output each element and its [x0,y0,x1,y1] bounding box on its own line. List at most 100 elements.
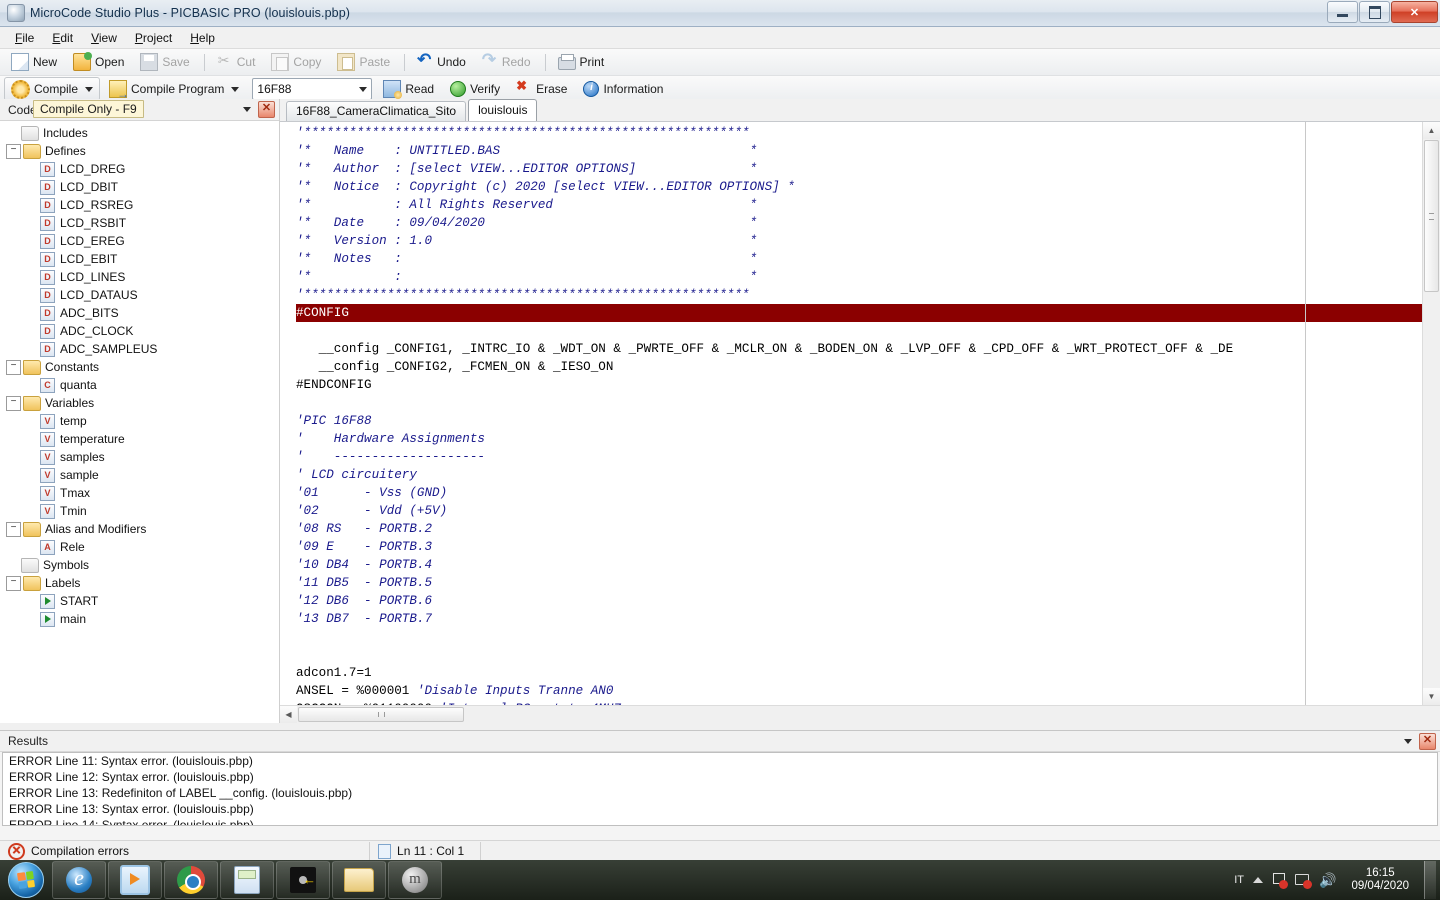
vertical-scroll-thumb[interactable] [1424,140,1439,292]
show-desktop-button[interactable] [1424,861,1436,899]
tree-item-variables[interactable]: −Variables [0,394,279,412]
tree-item-lcd-ebit[interactable]: DLCD_EBIT [0,250,279,268]
taskbar-programmer[interactable]: ← [276,861,330,899]
tree-item-labels[interactable]: −Labels [0,574,279,592]
language-indicator[interactable]: IT [1234,874,1244,886]
taskbar-microcode-studio[interactable]: m [388,861,442,899]
volume-icon[interactable]: 🔊 [1319,872,1336,889]
menu-help[interactable]: Help [181,29,224,47]
tree-item-includes[interactable]: Includes [0,124,279,142]
results-list[interactable]: ERROR Line 11: Syntax error. (louislouis… [2,752,1438,826]
results-menu-caret-icon[interactable] [1404,739,1412,744]
explorer-close-icon[interactable]: ✕ [258,101,275,118]
code-area[interactable]: '***************************************… [280,122,1422,705]
save-button[interactable]: Save [133,50,196,74]
tree-collapse-toggle[interactable]: − [6,144,21,159]
network-icon[interactable] [1295,873,1310,887]
clock[interactable]: 16:15 09/04/2020 [1345,867,1415,893]
tree-item-start[interactable]: START [0,592,279,610]
minimize-button[interactable] [1327,1,1358,23]
taskbar-media-player[interactable] [108,861,162,899]
tree-collapse-toggle[interactable]: − [6,522,21,537]
editor-vertical-scrollbar[interactable]: ▲ ▼ [1422,122,1440,705]
tree-item-main[interactable]: main [0,610,279,628]
code-explorer-tree[interactable]: Includes−DefinesDLCD_DREGDLCD_DBITDLCD_R… [0,121,279,723]
taskbar-internet-explorer[interactable] [52,861,106,899]
tree-item-sample[interactable]: Vsample [0,466,279,484]
tree-item-lcd-dreg[interactable]: DLCD_DREG [0,160,279,178]
source-code[interactable]: '***************************************… [280,122,1422,705]
tree-item-samples[interactable]: Vsamples [0,448,279,466]
verify-button-label: Verify [470,82,500,96]
close-button[interactable]: ✕ [1391,1,1438,23]
redo-button[interactable]: Redo [475,50,538,74]
compile-button[interactable]: Compile [4,77,100,101]
start-button[interactable] [2,862,50,898]
variable-badge-icon: V [40,432,55,447]
tree-item-lcd-rsbit[interactable]: DLCD_RSBIT [0,214,279,232]
tree-item-tmax[interactable]: VTmax [0,484,279,502]
horizontal-scroll-thumb[interactable] [298,707,464,722]
tree-item-rele[interactable]: ARele [0,538,279,556]
result-row-0[interactable]: ERROR Line 11: Syntax error. (louislouis… [3,753,1437,769]
tree-item-tmin[interactable]: VTmin [0,502,279,520]
menu-view[interactable]: View [82,29,126,47]
tree-collapse-toggle[interactable]: − [6,360,21,375]
tree-item-temp[interactable]: Vtemp [0,412,279,430]
menu-file[interactable]: File [6,29,43,47]
tree-item-adc-sampleus[interactable]: DADC_SAMPLEUS [0,340,279,358]
tree-item-temperature[interactable]: Vtemperature [0,430,279,448]
tree-collapse-toggle[interactable]: − [6,396,21,411]
paste-button[interactable]: Paste [330,50,397,74]
tree-item-adc-clock[interactable]: DADC_CLOCK [0,322,279,340]
tree-item-lcd-dbit[interactable]: DLCD_DBIT [0,178,279,196]
open-button[interactable]: Open [66,50,131,74]
new-button[interactable]: New [4,50,64,74]
tree-item-constants[interactable]: −Constants [0,358,279,376]
scroll-left-arrow-icon[interactable]: ◀ [280,706,297,723]
read-button[interactable]: Read [376,77,441,101]
tree-item-lcd-ereg[interactable]: DLCD_EREG [0,232,279,250]
scroll-down-arrow-icon[interactable]: ▼ [1423,688,1440,705]
tree-item-alias-and-modifiers[interactable]: −Alias and Modifiers [0,520,279,538]
tree-item-quanta[interactable]: Cquanta [0,376,279,394]
tree-collapse-toggle[interactable]: − [6,576,21,591]
menu-edit[interactable]: Edit [43,29,82,47]
tree-item-lcd-dataus[interactable]: DLCD_DATAUS [0,286,279,304]
show-hidden-icons-icon[interactable] [1253,877,1263,883]
scroll-up-arrow-icon[interactable]: ▲ [1423,122,1440,139]
taskbar-file-explorer[interactable] [332,861,386,899]
tree-item-symbols[interactable]: Symbols [0,556,279,574]
print-button[interactable]: Print [551,50,612,74]
cut-button[interactable]: Cut [210,50,263,74]
editor-horizontal-scrollbar[interactable]: ◀ [280,705,1440,723]
compile-program-caret-icon[interactable] [231,87,239,92]
folder-open-icon [23,576,41,591]
taskbar-calculator[interactable] [220,861,274,899]
tree-item-lcd-rsreg[interactable]: DLCD_RSREG [0,196,279,214]
device-select[interactable]: 16F88 [252,78,372,100]
copy-button[interactable]: Copy [264,50,328,74]
explorer-menu-caret-icon[interactable] [243,107,251,112]
result-row-3[interactable]: ERROR Line 13: Syntax error. (louislouis… [3,801,1437,817]
editor-tab-0[interactable]: 16F88_CameraClimatica_Sito [286,101,466,121]
menu-project[interactable]: Project [126,29,181,47]
tree-item-defines[interactable]: −Defines [0,142,279,160]
compile-dropdown-caret-icon[interactable] [85,87,93,92]
result-row-4[interactable]: ERROR Line 14: Syntax error. (louislouis… [3,817,1437,826]
result-row-1[interactable]: ERROR Line 12: Syntax error. (louislouis… [3,769,1437,785]
editor-tab-1[interactable]: louislouis [468,99,537,121]
undo-button[interactable]: Undo [410,50,473,74]
verify-button[interactable]: Verify [443,77,507,101]
compile-program-button[interactable]: Compile Program [102,77,246,101]
erase-button[interactable]: Erase [509,77,574,101]
information-button[interactable]: Information [576,77,670,101]
tree-item-lcd-lines[interactable]: DLCD_LINES [0,268,279,286]
result-row-2[interactable]: ERROR Line 13: Redefiniton of LABEL __co… [3,785,1437,801]
tree-item-adc-bits[interactable]: DADC_BITS [0,304,279,322]
maximize-button[interactable] [1359,1,1390,23]
action-center-flag-icon[interactable] [1272,873,1286,887]
results-close-icon[interactable]: ✕ [1419,733,1436,750]
tree-item-label: LCD_DREG [60,162,125,176]
taskbar-chrome[interactable] [164,861,218,899]
